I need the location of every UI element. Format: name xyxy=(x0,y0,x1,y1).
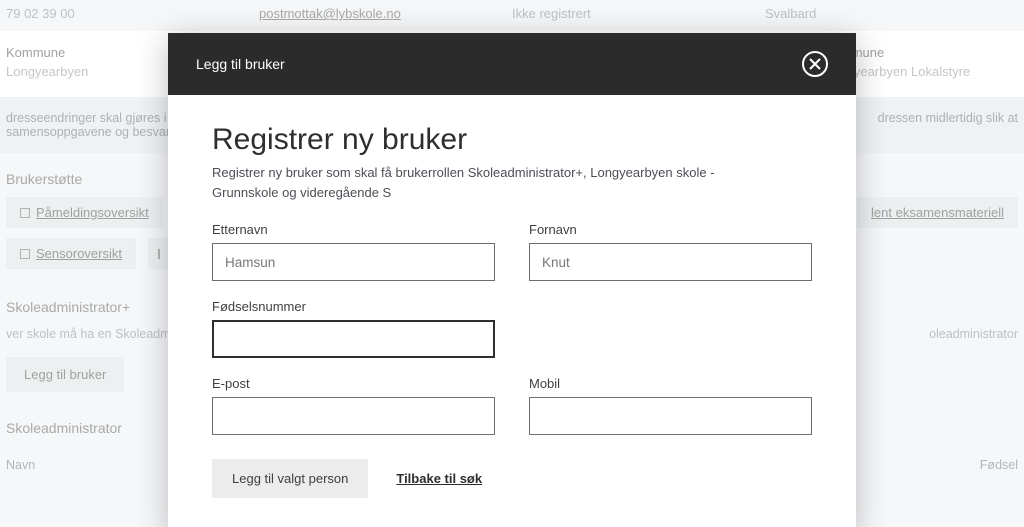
modal-lead: Registrer ny bruker som skal få brukerro… xyxy=(212,163,772,202)
epost-input[interactable] xyxy=(212,397,495,435)
modal-heading: Registrer ny bruker xyxy=(212,123,812,157)
modal-header: Legg til bruker xyxy=(168,33,856,95)
fornavn-label: Fornavn xyxy=(529,222,812,237)
fodselsnummer-input[interactable] xyxy=(212,320,495,358)
submit-button[interactable]: Legg til valgt person xyxy=(212,459,368,498)
mobil-label: Mobil xyxy=(529,376,812,391)
fodselsnummer-label: Fødselsnummer xyxy=(212,299,495,314)
fornavn-input[interactable] xyxy=(529,243,812,281)
etternavn-label: Etternavn xyxy=(212,222,495,237)
etternavn-input[interactable] xyxy=(212,243,495,281)
close-button[interactable] xyxy=(802,51,828,77)
back-to-search-link[interactable]: Tilbake til søk xyxy=(396,471,482,486)
epost-label: E-post xyxy=(212,376,495,391)
modal-body: Registrer ny bruker Registrer ny bruker … xyxy=(168,95,856,527)
close-icon xyxy=(809,58,821,70)
mobil-input[interactable] xyxy=(529,397,812,435)
modal-title: Legg til bruker xyxy=(196,56,802,72)
register-user-modal: Legg til bruker Registrer ny bruker Regi… xyxy=(168,33,856,527)
